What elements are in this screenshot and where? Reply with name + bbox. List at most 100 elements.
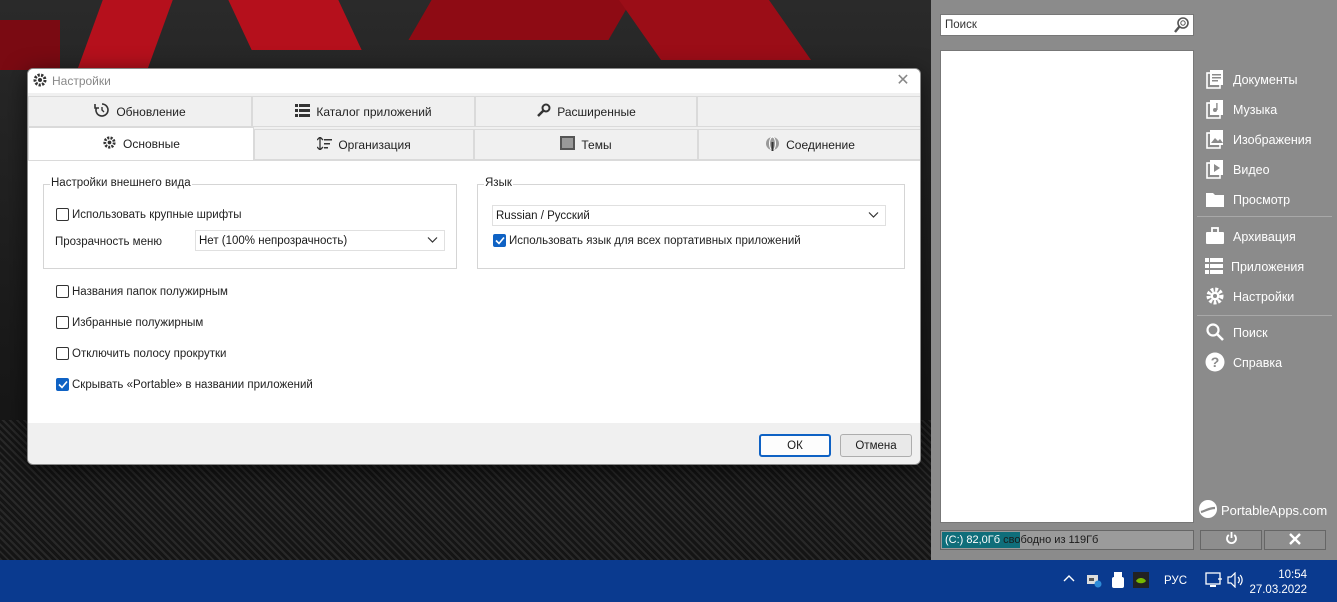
tab-update[interactable]: Обновление [28,96,252,127]
tab-label: Основные [123,137,180,151]
tab-row-2: Основные Организация Темы Соединение [28,127,920,160]
search-icon [1205,322,1225,345]
gear-icon [102,135,117,153]
checkbox-label: Использовать крупные шрифты [72,208,242,221]
menu-transparency-label: Прозрачность меню [55,236,162,248]
tab-organization[interactable]: Организация [254,129,474,160]
usb-eject-icon[interactable] [1086,572,1102,591]
menu-item-apps[interactable]: Приложения [1197,252,1333,282]
tab-advanced[interactable]: Расширенные [475,96,697,127]
tab-label: Организация [338,137,411,152]
tab-label: Расширенные [557,104,636,119]
search-icon[interactable] [1173,16,1191,41]
gear-icon [32,72,48,91]
disable-scrollbar-checkbox[interactable]: Отключить полосу прокрутки [56,347,226,360]
checkbox-label: Скрывать «Portable» в названии приложени… [72,378,313,391]
chevron-down-icon [427,234,438,248]
portableapps-menu: Поиск Документы Музыка Изображения Видео… [931,0,1337,560]
nvidia-icon[interactable] [1133,572,1149,591]
close-icon[interactable]: ✕ [894,72,912,90]
dialog-titlebar: Настройки ✕ [28,69,920,93]
dialog-footer: ОК Отмена [28,423,920,464]
checkbox-box[interactable] [56,208,69,221]
tab-label: Обновление [116,104,186,119]
tab-app-catalog[interactable]: Каталог приложений [252,96,475,127]
menu-item-documents[interactable]: Документы [1197,65,1333,95]
menu-item-backup[interactable]: Архивация [1197,222,1333,252]
menu-item-music[interactable]: Музыка [1197,95,1333,125]
update-icon [94,102,110,121]
checkbox-box[interactable] [56,378,69,391]
portableapps-logo-icon [1198,499,1218,522]
menu-item-label: Музыка [1233,103,1278,117]
video-icon [1205,159,1225,182]
disk-used-text: (C:) 82,0Гб [945,534,1001,546]
appearance-group: Настройки внешнего вида Использовать кру… [43,177,457,269]
chevron-up-icon[interactable] [1063,573,1075,588]
briefcase-icon [1205,226,1225,248]
tab-themes[interactable]: Темы [474,129,698,160]
tab-content-general: Настройки внешнего вида Использовать кру… [28,160,920,423]
large-fonts-checkbox[interactable]: Использовать крупные шрифты [56,208,241,221]
select-value: Russian / Русский [496,209,590,222]
bold-folders-checkbox[interactable]: Названия папок полужирным [56,285,228,298]
network-icon[interactable] [1205,572,1223,591]
menu-divider [1197,315,1332,316]
exit-button[interactable] [1264,530,1326,550]
checkbox-box[interactable] [56,347,69,360]
volume-icon[interactable] [1227,571,1245,591]
folder-icon [1205,190,1225,211]
app-list[interactable] [940,50,1194,523]
menu-item-help[interactable]: ? Справка [1197,348,1333,378]
settings-dialog: Настройки ✕ Обновление Каталог приложени… [27,68,921,465]
tab-label: Соединение [786,137,855,152]
search-input[interactable]: Поиск [940,14,1194,36]
usb-drive-icon[interactable] [1112,572,1124,591]
menu-item-label: Справка [1233,356,1283,370]
menu-item-settings[interactable]: Настройки [1197,282,1333,312]
tab-connection[interactable]: Соединение [698,129,920,160]
menu-item-search[interactable]: Поиск [1197,318,1333,348]
menu-group-help: Поиск ? Справка [1197,318,1333,378]
group-label: Язык [484,177,513,189]
disk-space-text: (C:) 82,0Гб свободно из 119Гб [945,534,1098,546]
ok-button[interactable]: ОК [759,434,831,457]
menu-item-video[interactable]: Видео [1197,155,1333,185]
tab-row-1: Обновление Каталог приложений Расширенны… [28,96,920,127]
clock[interactable]: 10:54 27.03.2022 [1249,568,1307,598]
wrench-icon [536,103,551,121]
menu-transparency-select[interactable]: Нет (100% непрозрачность) [195,230,445,251]
checkbox-box[interactable] [56,285,69,298]
settings-icon [1205,286,1225,309]
cancel-button[interactable]: Отмена [840,434,912,457]
portableapps-logo[interactable]: PortableApps.com [1198,499,1327,522]
menu-item-browse[interactable]: Просмотр [1197,185,1333,215]
language-select[interactable]: Russian / Русский [492,205,886,226]
checkbox-box[interactable] [56,316,69,329]
hide-portable-checkbox[interactable]: Скрывать «Portable» в названии приложени… [56,378,313,391]
menu-item-label: Поиск [1233,326,1268,340]
checkbox-label: Использовать язык для всех портативных п… [509,234,801,247]
group-label: Настройки внешнего вида [50,177,192,189]
menu-group-tools: Архивация Приложения Настройки [1197,222,1333,312]
help-icon: ? [1205,352,1225,375]
input-language[interactable]: РУС [1164,575,1187,587]
tab-general[interactable]: Основные [28,127,254,160]
documents-icon [1205,69,1225,92]
menu-item-label: Настройки [1233,290,1295,304]
menu-item-images[interactable]: Изображения [1197,125,1333,155]
images-icon [1205,129,1225,152]
brand-text: PortableApps.com [1221,503,1328,518]
power-button[interactable] [1200,530,1262,550]
clock-time: 10:54 [1278,569,1307,581]
list-icon [295,103,311,120]
apps-icon [1205,257,1223,277]
menu-item-label: Архивация [1233,230,1296,244]
music-icon [1205,99,1225,122]
close-icon [1289,532,1301,548]
menu-item-label: Видео [1233,163,1270,177]
all-apps-language-checkbox[interactable]: Использовать язык для всех портативных п… [493,234,801,247]
disk-rest-text: свободно из 119Гб [1000,534,1099,546]
bold-favorites-checkbox[interactable]: Избранные полужирным [56,316,203,329]
checkbox-box[interactable] [493,234,506,247]
